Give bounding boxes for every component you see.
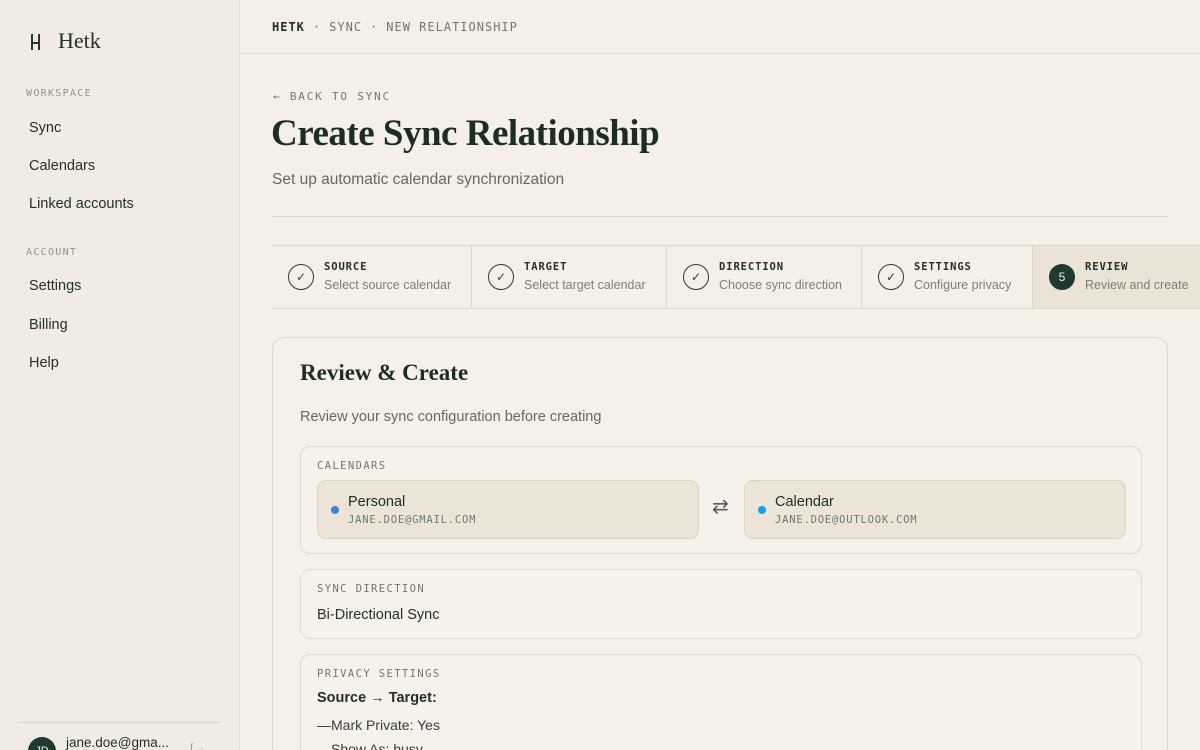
breadcrumb-root[interactable]: HETK: [272, 20, 305, 34]
workspace-section-label: WORKSPACE: [26, 88, 92, 99]
sidebar: Hetk WORKSPACE Sync Calendars Linked acc…: [0, 0, 240, 750]
brand[interactable]: Hetk: [28, 28, 101, 54]
review-card: Review & Create Review your sync configu…: [272, 337, 1168, 750]
brand-name: Hetk: [58, 28, 101, 53]
calendars-label: CALENDARS: [317, 460, 387, 472]
step-review[interactable]: 5 REVIEW Review and create: [1033, 246, 1200, 308]
privacy-settings-label: PRIVACY SETTINGS: [317, 668, 441, 680]
review-title: Review & Create: [300, 360, 469, 385]
target-calendar-email: JANE.DOE@OUTLOOK.COM: [775, 514, 918, 526]
step-label: SOURCE: [324, 261, 368, 273]
breadcrumb-current: NEW RELATIONSHIP: [386, 20, 518, 34]
step-label: REVIEW: [1085, 261, 1129, 273]
account-section-label: ACCOUNT: [26, 247, 78, 258]
topbar: HETK · SYNC · NEW RELATIONSHIP: [240, 0, 1200, 54]
sync-direction-value: Bi-Directional Sync: [317, 607, 440, 623]
source-calendar-card: Personal JANE.DOE@GMAIL.COM: [317, 480, 699, 539]
privacy-direction-heading: Source → Target:: [317, 690, 437, 706]
calendar-color-dot: [331, 506, 339, 514]
breadcrumb-separator: ·: [370, 20, 379, 34]
step-description: Select target calendar: [524, 278, 646, 292]
check-icon: ✓: [288, 264, 314, 290]
privacy-setting-item: —Show As: busy: [317, 741, 423, 750]
bidirectional-arrows-icon: ⇄: [712, 496, 729, 518]
check-icon: ✓: [488, 264, 514, 290]
step-description: Choose sync direction: [719, 278, 842, 292]
hetk-logo-icon: [28, 31, 44, 51]
source-calendar-name: Personal: [348, 494, 406, 510]
target-calendar-name: Calendar: [775, 494, 834, 510]
check-icon: ✓: [683, 264, 709, 290]
step-description: Select source calendar: [324, 278, 452, 292]
privacy-settings-panel: PRIVACY SETTINGS Source → Target: —Mark …: [300, 654, 1142, 750]
user-menu[interactable]: JD jane.doe@gma... [→: [18, 722, 221, 750]
step-number: 5: [1049, 264, 1075, 290]
breadcrumb-sync[interactable]: SYNC: [329, 20, 362, 34]
sidebar-item-settings[interactable]: Settings: [29, 278, 81, 294]
privacy-setting-item: —Mark Private: Yes: [317, 717, 440, 733]
step-description: Configure privacy: [914, 278, 1012, 292]
avatar: JD: [28, 737, 56, 750]
target-calendar-card: Calendar JANE.DOE@OUTLOOK.COM: [744, 480, 1126, 539]
breadcrumb: HETK · SYNC · NEW RELATIONSHIP: [272, 20, 518, 34]
page-subtitle: Set up automatic calendar synchronizatio…: [272, 171, 565, 188]
step-settings[interactable]: ✓ SETTINGS Configure privacy: [862, 246, 1033, 308]
sidebar-item-billing[interactable]: Billing: [29, 317, 68, 333]
calendar-color-dot: [758, 506, 766, 514]
divider: [272, 216, 1168, 217]
sync-direction-panel: SYNC DIRECTION Bi-Directional Sync: [300, 569, 1142, 639]
stepper: ✓ SOURCE Select source calendar ✓ TARGET…: [272, 245, 1200, 309]
source-calendar-email: JANE.DOE@GMAIL.COM: [348, 514, 477, 526]
check-icon: ✓: [878, 264, 904, 290]
user-email: jane.doe@gma...: [66, 735, 170, 750]
step-description: Review and create: [1085, 278, 1189, 292]
sidebar-item-linked-accounts[interactable]: Linked accounts: [29, 196, 134, 212]
sidebar-item-calendars[interactable]: Calendars: [29, 158, 95, 174]
sidebar-item-sync[interactable]: Sync: [29, 120, 61, 136]
step-label: SETTINGS: [914, 261, 972, 273]
step-label: DIRECTION: [719, 261, 784, 273]
step-direction[interactable]: ✓ DIRECTION Choose sync direction: [667, 246, 862, 308]
step-label: TARGET: [524, 261, 568, 273]
back-to-sync-link[interactable]: ← BACK TO SYNC: [273, 90, 391, 103]
sync-direction-label: SYNC DIRECTION: [317, 583, 426, 595]
page-title: Create Sync Relationship: [271, 113, 660, 154]
step-target[interactable]: ✓ TARGET Select target calendar: [472, 246, 667, 308]
logout-icon[interactable]: [→: [190, 741, 205, 750]
calendars-panel: CALENDARS Personal JANE.DOE@GMAIL.COM ⇄ …: [300, 446, 1142, 554]
review-subtitle: Review your sync configuration before cr…: [300, 409, 602, 425]
breadcrumb-separator: ·: [312, 20, 322, 34]
step-source[interactable]: ✓ SOURCE Select source calendar: [272, 246, 472, 308]
sidebar-item-help[interactable]: Help: [29, 355, 59, 371]
